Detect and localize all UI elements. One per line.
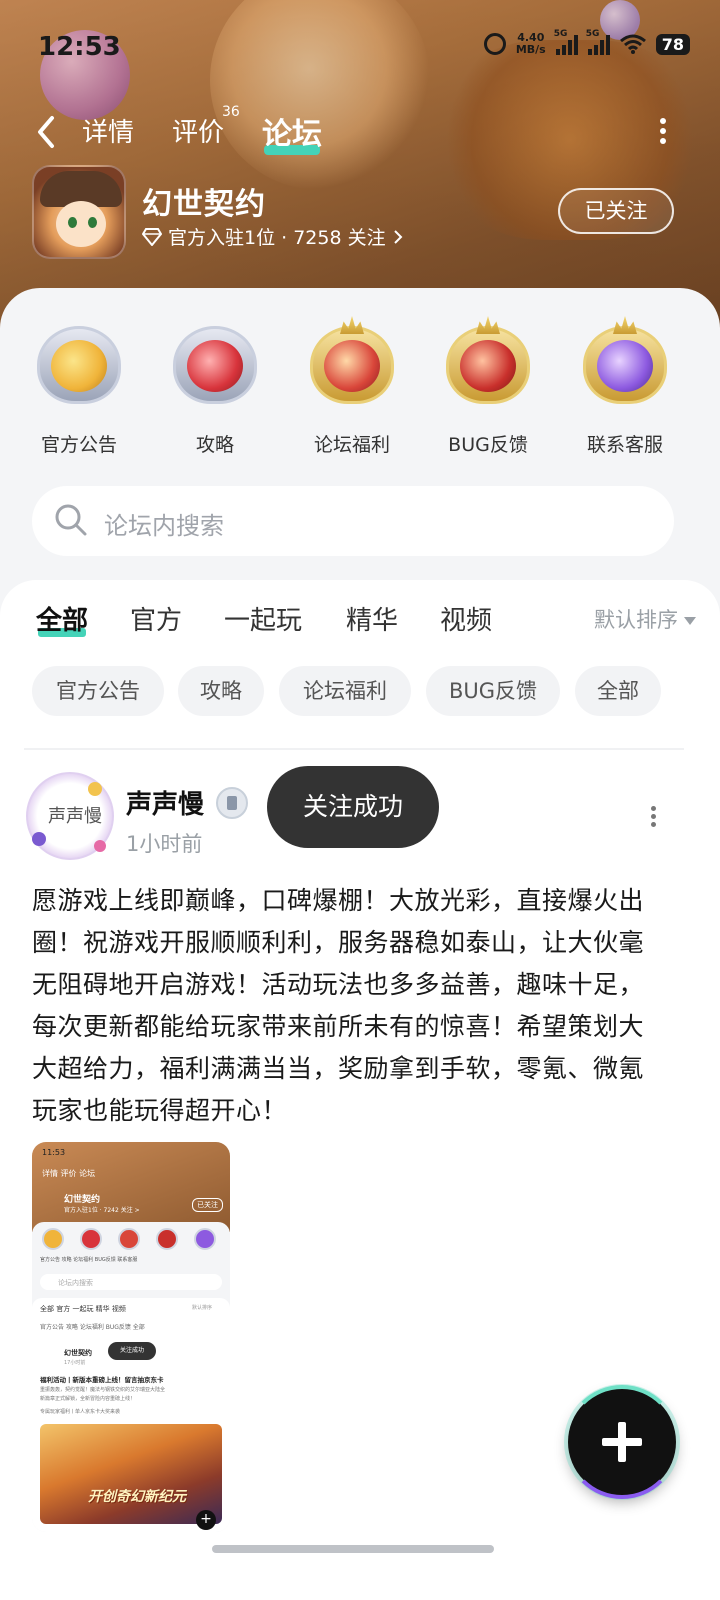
status-time: 12:53 [38, 32, 121, 62]
status-icons: 4.40 MB/s 5G 5G 78 [483, 29, 690, 56]
game-meta[interactable]: 官方入驻1位 · 7258 关注 [142, 223, 404, 250]
thumb-follow: 已关注 [192, 1198, 223, 1212]
thumb-chips: 官方公告 攻略 论坛福利 BUG反馈 全部 [40, 1324, 145, 1331]
net-speed-unit: MB/s [515, 43, 546, 56]
plus-icon [618, 1422, 626, 1462]
divider [24, 748, 684, 750]
search-placeholder: 论坛内搜索 [104, 512, 224, 540]
filter-play-together[interactable]: 一起玩 [224, 600, 302, 637]
topic-chips: 官方公告 攻略 论坛福利 BUG反馈 全部 [32, 666, 692, 716]
search-bar[interactable]: 论坛内搜索 [32, 486, 674, 556]
bug-icon [442, 316, 534, 408]
game-meta-text: 官方入驻1位 · 7258 关注 [168, 227, 386, 249]
chip-guides[interactable]: 攻略 [178, 666, 264, 716]
gift-icon [306, 316, 398, 408]
post-more-icon[interactable] [651, 806, 657, 828]
category-benefits[interactable]: 论坛福利 [297, 316, 407, 457]
net-speed: 4.40 MB/s [516, 32, 546, 56]
signal-icon: 5G [586, 29, 610, 55]
chip-announcements[interactable]: 官方公告 [32, 666, 164, 716]
thumb-post-line: 重振轰轰，契约觉醒！魔法与钢铁交织的艾尔瑞亚大陆全 [40, 1387, 166, 1393]
category-label: 官方公告 [40, 434, 117, 456]
triangle-down-icon [684, 617, 696, 625]
game-avatar[interactable] [32, 165, 126, 259]
wifi-icon [619, 34, 646, 54]
thumb-post-line: 新篇章正式解锁，全新冒险内容重磅上线！ [40, 1396, 136, 1402]
tab-details[interactable]: 详情 [82, 112, 134, 149]
chip-all[interactable]: 全部 [575, 666, 661, 716]
thumb-icon-labels: 官方公告 攻略 论坛福利 BUG反馈 联系客服 [40, 1257, 138, 1263]
new-post-button[interactable] [565, 1385, 679, 1499]
thumb-filters: 全部 官方 一起玩 精华 视频 [40, 1305, 126, 1313]
thumb-search-text: 论坛内搜索 [58, 1279, 93, 1287]
chevron-right-icon [393, 229, 403, 244]
filter-all[interactable]: 全部 [36, 600, 88, 637]
thumb-icons [38, 1228, 224, 1252]
tab-forum[interactable]: 论坛 [262, 109, 322, 155]
category-icons: 官方公告 攻略 论坛福利 BUG反馈 联系客服 [0, 316, 720, 466]
category-announcements[interactable]: 官方公告 [24, 316, 134, 457]
signal-label: 5G [553, 29, 568, 39]
category-label: BUG反馈 [448, 434, 528, 456]
thumb-title: 幻世契约 [64, 1195, 101, 1205]
category-bug-report[interactable]: BUG反馈 [433, 316, 543, 457]
filter-featured[interactable]: 精华 [346, 600, 398, 637]
thumb-time: 11:53 [42, 1148, 66, 1157]
category-support[interactable]: 联系客服 [570, 316, 680, 457]
signal-icon: 5G [554, 29, 578, 55]
toast-follow-success: 关注成功 [267, 766, 439, 848]
author-name[interactable]: 声声慢 [126, 784, 204, 821]
thumb-art-logo: 开创奇幻新纪元 [88, 1489, 186, 1505]
filter-video[interactable]: 视频 [440, 600, 492, 637]
more-options-icon[interactable] [660, 118, 666, 144]
support-icon [579, 316, 671, 408]
review-count-badge: 36 [222, 104, 240, 120]
chip-benefits[interactable]: 论坛福利 [279, 666, 411, 716]
thumb-post-title: 福利活动丨新版本重磅上线！留言抽京东卡 [40, 1376, 164, 1384]
sort-dropdown[interactable]: 默认排序 [594, 604, 696, 634]
signal-label: 5G [585, 29, 600, 39]
search-icon [55, 504, 87, 536]
tab-reviews[interactable]: 评价 [172, 112, 224, 149]
avatar-text: 声声慢 [48, 806, 102, 827]
announcement-icon [33, 316, 125, 408]
thumb-post-time: 17小时前 [64, 1360, 86, 1366]
game-title: 幻世契约 [142, 187, 266, 222]
filter-official[interactable]: 官方 [130, 600, 182, 637]
thumb-plus-icon: + [196, 1510, 216, 1530]
game-info: 幻世契约 官方入驻1位 · 7258 关注 已关注 [30, 165, 690, 260]
post-time: 1小时前 [126, 832, 203, 856]
thumb-game-art: 开创奇幻新纪元 [40, 1424, 222, 1524]
level-badge-icon [216, 787, 248, 819]
top-nav: 详情 评价 36 论坛 [0, 100, 720, 160]
category-guides[interactable]: 攻略 [160, 316, 270, 457]
category-label: 联系客服 [586, 434, 663, 456]
home-indicator[interactable] [212, 1545, 494, 1553]
back-icon[interactable] [32, 112, 60, 152]
alarm-icon [483, 33, 506, 55]
thumb-meta: 官方入驻1位 · 7242 关注 > [64, 1207, 140, 1214]
chip-bug-report[interactable]: BUG反馈 [426, 666, 560, 716]
thumb-sort: 默认排序 [192, 1305, 213, 1311]
sort-label: 默认排序 [594, 608, 678, 632]
category-label: 论坛福利 [313, 434, 390, 456]
category-label: 攻略 [195, 434, 234, 456]
claw-icon [169, 316, 261, 408]
thumb-search: 论坛内搜索 [40, 1274, 222, 1290]
author-avatar[interactable]: 声声慢 [26, 772, 114, 860]
diamond-icon [142, 227, 162, 246]
thumb-post-line: 专属玩家福利丨单人京东卡大奖来袭 [40, 1409, 121, 1415]
post-body[interactable]: 愿游戏上线即巅峰，口碑爆棚！大放光彩，直接爆火出圈！祝游戏开服顺顺利利，服务器稳… [32, 880, 668, 1132]
status-bar: 12:53 4.40 MB/s 5G 5G 78 [0, 0, 720, 90]
thumb-tabs: 详情 评价 论坛 [42, 1169, 96, 1178]
thumb-toast: 关注成功 [108, 1342, 156, 1360]
follow-button[interactable]: 已关注 [558, 188, 674, 234]
post-image-thumbnail[interactable]: 11:53 详情 评价 论坛 幻世契约 官方入驻1位 · 7242 关注 > 已… [32, 1142, 230, 1532]
battery-icon: 78 [655, 33, 690, 55]
thumb-post-author: 幻世契约 [64, 1349, 92, 1357]
filter-tabs: 全部 官方 一起玩 精华 视频 默认排序 [36, 600, 696, 640]
